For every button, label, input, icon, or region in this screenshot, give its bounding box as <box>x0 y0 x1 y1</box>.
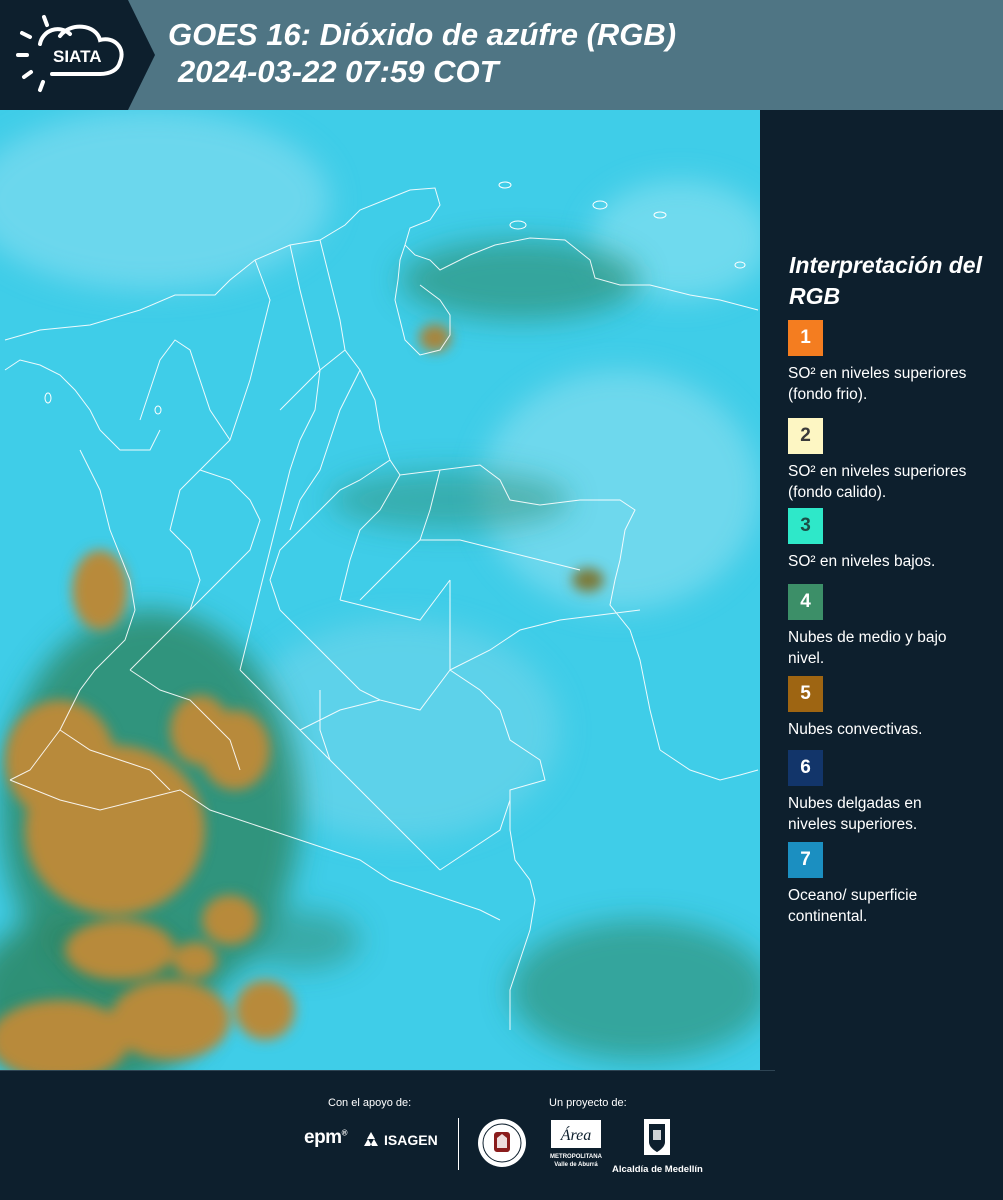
svg-text:Área: Área <box>560 1125 592 1144</box>
svg-text:SIATA: SIATA <box>53 47 101 66</box>
area-metropolitana-logo: Área METROPOLITANA Valle de Aburrá <box>550 1120 602 1169</box>
legend-swatch-4: 4 <box>788 584 823 620</box>
epm-logo: epm® <box>304 1127 348 1148</box>
area-metropolitana-icon: Área <box>551 1120 601 1148</box>
legend-label-4: Nubes de medio y bajo nivel. <box>788 629 947 667</box>
legend-label-2: SO² en niveles superiores (fondo calido)… <box>788 463 967 501</box>
siata-logo: SIATA <box>0 0 155 110</box>
legend-label-1: SO² en niveles superiores (fondo frio). <box>788 365 967 403</box>
footer-separator <box>0 1070 775 1071</box>
footer: Con el apoyo de: Un proyecto de: epm® IS… <box>0 1070 1003 1200</box>
seal-logo <box>478 1119 526 1167</box>
footer-divider <box>458 1118 459 1170</box>
legend-swatch-1: 1 <box>788 320 823 356</box>
legend-label-7: Oceano/ superficie continental. <box>788 887 918 925</box>
legend-swatch-6: 6 <box>788 750 823 786</box>
page-title: GOES 16: Dióxido de azúfre (RGB) 2024-03-… <box>168 16 676 90</box>
legend-swatch-7: 7 <box>788 842 823 878</box>
isagen-logo: ISAGEN <box>361 1130 438 1150</box>
title-product: GOES 16: Dióxido de azúfre (RGB) <box>168 17 677 52</box>
legend-item-4: 4 Nubes de medio y bajo nivel. <box>788 584 988 669</box>
project-label: Un proyecto de: <box>549 1097 627 1109</box>
legend-item-5: 5 Nubes convectivas. <box>788 676 988 761</box>
legend-swatch-5: 5 <box>788 676 823 712</box>
legend-label-6: Nubes delgadas en niveles superiores. <box>788 795 922 833</box>
alcaldia-logo: Alcaldía de Medellín <box>612 1118 703 1175</box>
legend-swatch-3: 3 <box>788 508 823 544</box>
legend-item-7: 7 Oceano/ superficie continental. <box>788 842 988 927</box>
satellite-map[interactable] <box>0 110 760 1070</box>
legend-item-3: 3 SO² en niveles bajos. <box>788 508 988 593</box>
title-datetime: 2024-03-22 07:59 COT <box>178 54 499 89</box>
alcaldia-shield-icon <box>644 1119 670 1155</box>
legend-panel: Interpretación del RGB 1 SO² en niveles … <box>762 110 1003 1070</box>
isagen-icon <box>364 1132 378 1146</box>
header-bar: SIATA GOES 16: Dióxido de azúfre (RGB) 20… <box>0 0 1003 110</box>
support-label: Con el apoyo de: <box>328 1097 412 1109</box>
legend-title: Interpretación del RGB <box>789 252 982 309</box>
legend-item-1: 1 SO² en niveles superiores (fondo frio)… <box>788 320 988 405</box>
legend-item-2: 2 SO² en niveles superiores (fondo calid… <box>788 418 988 503</box>
legend-item-6: 6 Nubes delgadas en niveles superiores. <box>788 750 988 835</box>
legend-swatch-2: 2 <box>788 418 823 454</box>
